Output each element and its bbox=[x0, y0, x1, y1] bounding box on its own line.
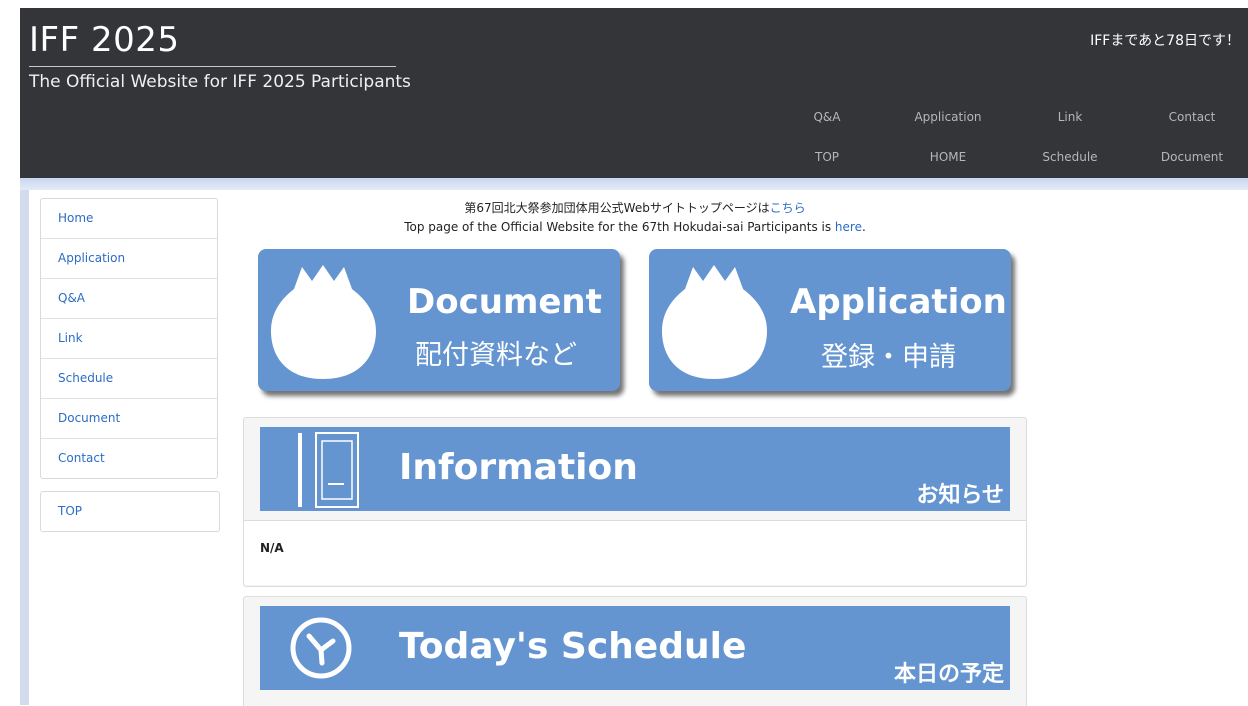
document-button-subtitle: 配付資料など bbox=[415, 340, 577, 371]
sidebar-item-home[interactable]: Home bbox=[41, 199, 217, 239]
clock-icon bbox=[290, 617, 352, 679]
sidebar-item-top[interactable]: TOP bbox=[41, 492, 219, 531]
document-icon bbox=[298, 432, 359, 508]
nav-application[interactable]: Application bbox=[893, 110, 1003, 124]
schedule-subtitle: 本日の予定 bbox=[893, 662, 1004, 687]
schedule-title: Today's Schedule bbox=[399, 626, 747, 667]
jp-link-line: 第67回北大祭参加団体用公式Webサイトトップページはこちら bbox=[243, 199, 1027, 218]
nav-schedule[interactable]: Schedule bbox=[1015, 150, 1125, 164]
schedule-banner: Today's Schedule 本日の予定 bbox=[260, 606, 1010, 690]
information-body: N/A bbox=[244, 520, 1026, 585]
sidebar-top-box: TOP bbox=[40, 491, 220, 532]
sidebar-item-application[interactable]: Application bbox=[41, 239, 217, 279]
nav-top[interactable]: TOP bbox=[772, 150, 882, 164]
en-link-suffix: . bbox=[861, 220, 866, 234]
sidebar-item-document[interactable]: Document bbox=[41, 399, 217, 439]
sidebar-menu: Home Application Q&A Link Schedule Docum… bbox=[40, 198, 218, 479]
information-panel: Information お知らせ N/A bbox=[243, 417, 1027, 587]
information-subtitle: お知らせ bbox=[916, 483, 1004, 508]
portal-links: 第67回北大祭参加団体用公式Webサイトトップページはこちら Top page … bbox=[243, 199, 1027, 237]
countdown-text: IFFまであと78日です！ bbox=[1090, 33, 1240, 49]
nav-contact[interactable]: Contact bbox=[1137, 110, 1247, 124]
left-rail bbox=[20, 190, 29, 705]
nav-link[interactable]: Link bbox=[1015, 110, 1125, 124]
en-link-line: Top page of the Official Website for the… bbox=[243, 218, 1027, 237]
information-content: N/A bbox=[260, 541, 284, 555]
flame-emblem-icon bbox=[271, 265, 376, 379]
en-link-text: Top page of the Official Website for the… bbox=[404, 220, 835, 234]
site-header: IFF 2025 The Official Website for IFF 20… bbox=[20, 8, 1248, 178]
information-title: Information bbox=[399, 447, 638, 488]
sidebar-item-schedule[interactable]: Schedule bbox=[41, 359, 217, 399]
application-button-subtitle: 登録・申請 bbox=[821, 342, 956, 373]
jp-link-text: 第67回北大祭参加団体用公式Webサイトトップページは bbox=[464, 201, 770, 215]
site-subtitle: The Official Website for IFF 2025 Partic… bbox=[29, 72, 411, 92]
jp-top-link[interactable]: こちら bbox=[770, 201, 806, 215]
site-title[interactable]: IFF 2025 bbox=[29, 20, 179, 60]
flame-emblem-icon bbox=[662, 265, 767, 379]
application-button[interactable]: Application 登録・申請 bbox=[649, 249, 1011, 391]
document-button[interactable]: Document 配付資料など bbox=[258, 249, 620, 391]
application-button-title: Application bbox=[790, 282, 1007, 322]
nav-home[interactable]: HOME bbox=[893, 150, 1003, 164]
information-banner: Information お知らせ bbox=[260, 427, 1010, 511]
title-divider bbox=[29, 66, 396, 67]
sidebar-item-qa[interactable]: Q&A bbox=[41, 279, 217, 319]
schedule-panel: Today's Schedule 本日の予定 bbox=[243, 596, 1027, 706]
en-top-link[interactable]: here bbox=[835, 220, 862, 234]
header-band bbox=[20, 178, 1248, 190]
document-button-title: Document bbox=[407, 282, 602, 322]
sidebar-nav: Home Application Q&A Link Schedule Docum… bbox=[40, 198, 218, 479]
nav-document[interactable]: Document bbox=[1137, 150, 1247, 164]
sidebar-item-link[interactable]: Link bbox=[41, 319, 217, 359]
sidebar-item-contact[interactable]: Contact bbox=[41, 439, 217, 478]
nav-qa[interactable]: Q&A bbox=[772, 110, 882, 124]
